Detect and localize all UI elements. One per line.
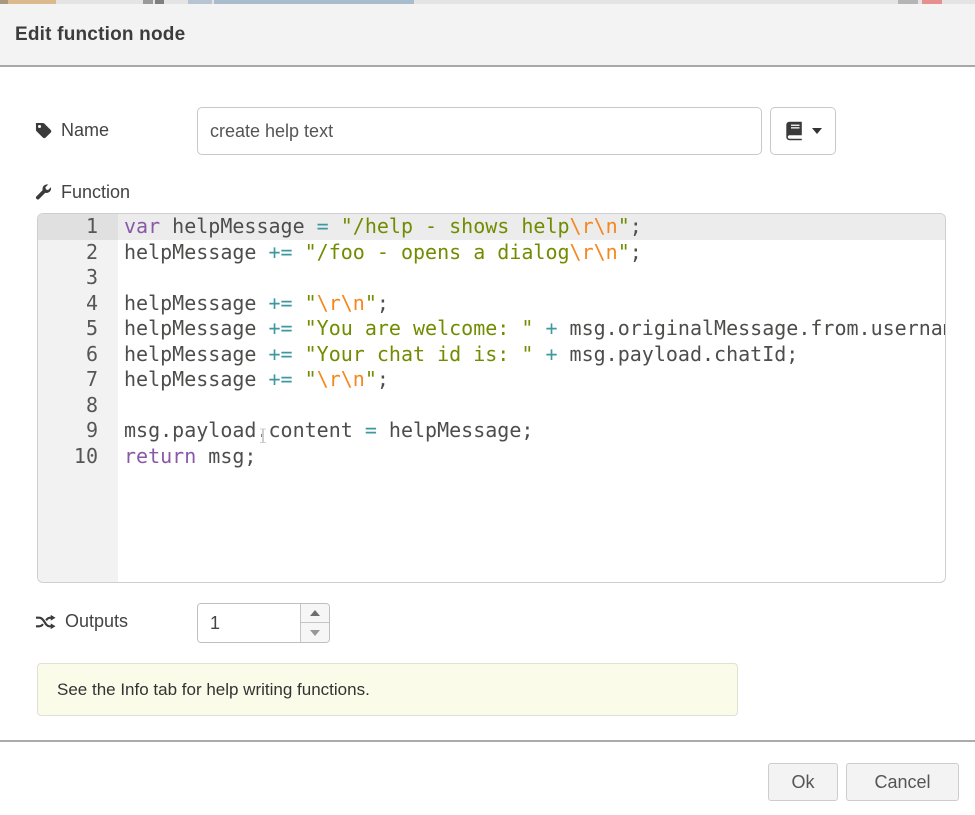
gutter-line-number: 10 bbox=[38, 444, 118, 470]
gutter-line-number: 7 bbox=[38, 367, 118, 393]
outputs-input[interactable] bbox=[198, 604, 298, 642]
code-line[interactable]: helpMessage += "/foo - opens a dialog\r\… bbox=[118, 240, 946, 266]
dialog-header: Edit function node bbox=[0, 4, 975, 67]
caret-down-icon bbox=[310, 630, 320, 636]
info-tip-text: See the Info tab for help writing functi… bbox=[57, 680, 370, 700]
outputs-label: Outputs bbox=[35, 611, 128, 632]
spinner-down-button[interactable] bbox=[301, 623, 329, 642]
shuffle-icon bbox=[35, 614, 56, 630]
outputs-label-text: Outputs bbox=[65, 611, 128, 632]
gutter-line-number: 4 bbox=[38, 291, 118, 317]
name-input[interactable] bbox=[197, 107, 762, 155]
wrench-icon bbox=[35, 184, 52, 201]
function-label: Function bbox=[35, 182, 130, 203]
spinner-up-button[interactable] bbox=[301, 604, 329, 623]
outputs-spinner bbox=[197, 603, 330, 643]
editor-gutter: 12345678910 bbox=[38, 214, 118, 582]
code-line[interactable]: msg.payload.content = helpMessage; bbox=[118, 418, 946, 444]
gutter-line-number: 2 bbox=[38, 240, 118, 266]
caret-down-icon bbox=[812, 128, 822, 134]
code-line[interactable]: helpMessage += "\r\n"; bbox=[118, 291, 946, 317]
gutter-line-number: 6 bbox=[38, 342, 118, 368]
code-line[interactable] bbox=[118, 393, 946, 419]
code-line[interactable]: helpMessage += "Your chat id is: " + msg… bbox=[118, 342, 946, 368]
code-line[interactable] bbox=[118, 265, 946, 291]
ok-button[interactable]: Ok bbox=[768, 763, 838, 801]
cancel-button[interactable]: Cancel bbox=[846, 763, 959, 801]
gutter-line-number: 3 bbox=[38, 265, 118, 291]
code-editor[interactable]: 12345678910 var helpMessage = "/help - s… bbox=[37, 213, 946, 583]
code-line[interactable]: helpMessage += "You are welcome: " + msg… bbox=[118, 316, 946, 342]
gutter-line-number: 9 bbox=[38, 418, 118, 444]
editor-code[interactable]: var helpMessage = "/help - shows help\r\… bbox=[118, 214, 946, 582]
library-button[interactable] bbox=[770, 107, 836, 155]
caret-up-icon bbox=[310, 610, 320, 616]
gutter-line-number: 1 bbox=[38, 214, 118, 240]
gutter-line-number: 8 bbox=[38, 393, 118, 419]
spinner-buttons bbox=[300, 604, 329, 642]
tag-icon bbox=[35, 122, 52, 139]
footer-divider bbox=[0, 740, 975, 742]
code-line[interactable]: helpMessage += "\r\n"; bbox=[118, 367, 946, 393]
function-label-text: Function bbox=[61, 182, 130, 203]
gutter-line-number: 5 bbox=[38, 316, 118, 342]
name-label-text: Name bbox=[61, 120, 109, 141]
info-tip: See the Info tab for help writing functi… bbox=[37, 663, 738, 716]
code-line[interactable]: return msg; bbox=[118, 444, 946, 470]
dialog-title: Edit function node bbox=[15, 24, 185, 46]
book-icon bbox=[785, 121, 805, 141]
code-line[interactable]: var helpMessage = "/help - shows help\r\… bbox=[118, 214, 946, 240]
name-label: Name bbox=[35, 120, 109, 141]
text-ibeam-cursor: I bbox=[259, 425, 267, 447]
